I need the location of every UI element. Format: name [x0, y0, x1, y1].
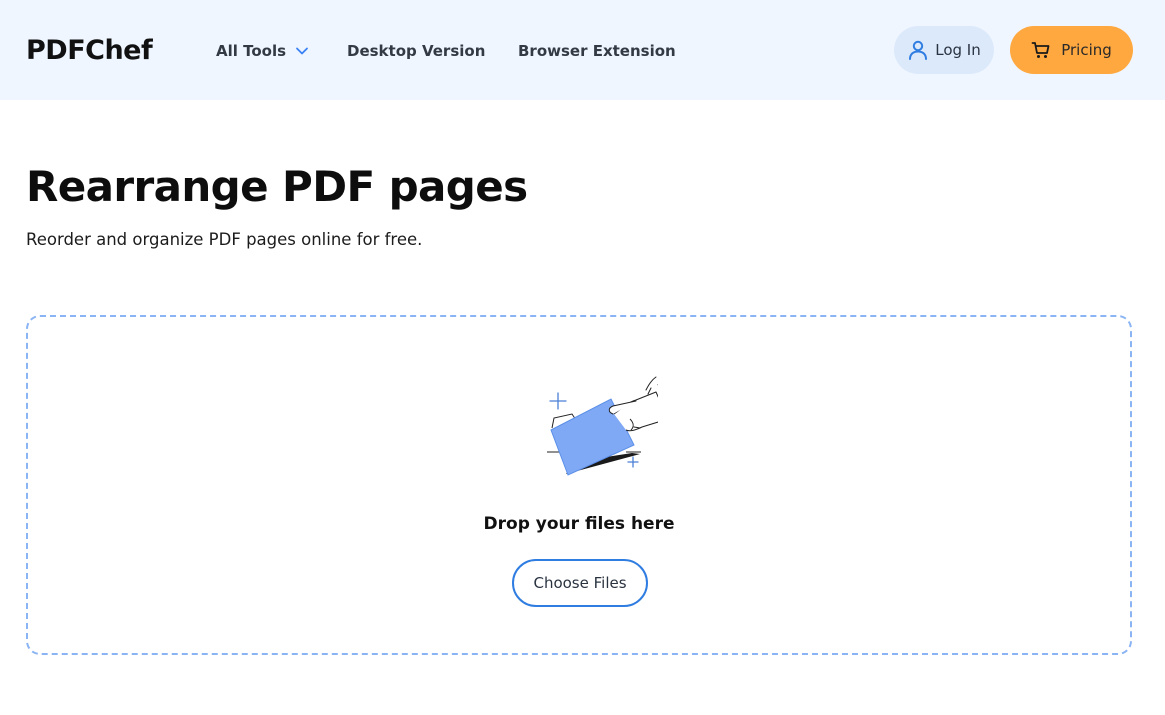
user-icon — [909, 40, 928, 60]
dropzone-text: Drop your files here — [483, 514, 675, 534]
pricing-button[interactable]: Pricing — [1010, 26, 1133, 74]
chevron-down-icon — [296, 47, 308, 55]
login-button[interactable]: Log In — [894, 26, 994, 74]
nav-browser-extension[interactable]: Browser Extension — [518, 40, 676, 62]
nav-desktop-version[interactable]: Desktop Version — [347, 40, 485, 62]
nav-all-tools-label: All Tools — [216, 42, 287, 60]
pricing-label: Pricing — [1061, 41, 1112, 59]
nav-all-tools[interactable]: All Tools — [216, 40, 309, 62]
logo[interactable]: PDFChef — [26, 34, 153, 68]
cart-icon — [1031, 42, 1050, 58]
site-header: PDFChef All Tools Desktop Version Browse… — [0, 0, 1165, 100]
choose-files-button[interactable]: Choose Files — [512, 559, 648, 607]
page-subtitle: Reorder and organize PDF pages online fo… — [26, 230, 423, 249]
login-label: Log In — [935, 41, 981, 59]
file-dropzone[interactable]: Drop your files here Choose Files — [26, 315, 1132, 655]
hand-folder-illustration — [547, 376, 658, 476]
page-title: Rearrange PDF pages — [26, 162, 528, 211]
